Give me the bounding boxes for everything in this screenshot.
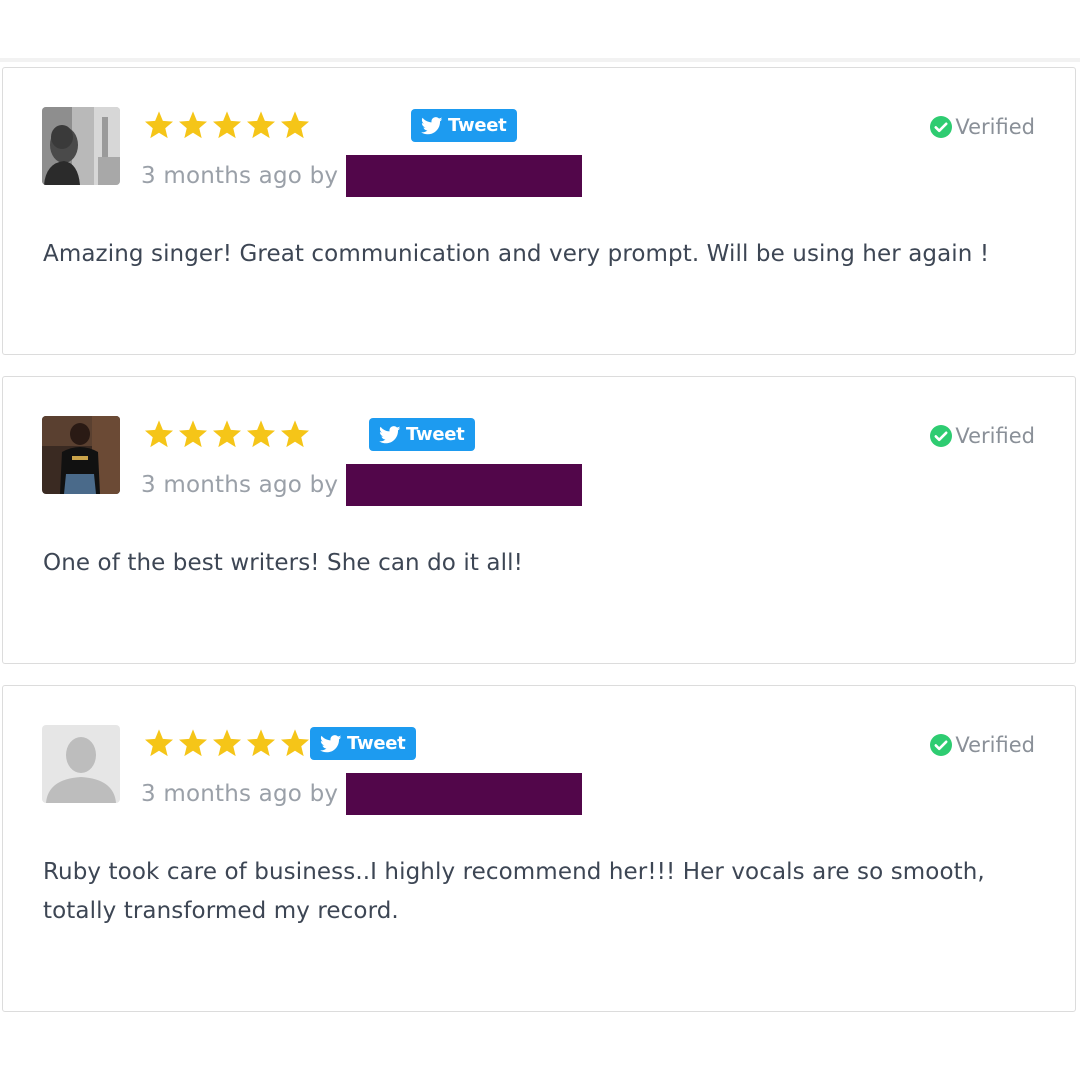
star-icon — [145, 420, 173, 448]
review-meta: 3 months ago by — [141, 464, 583, 506]
twitter-bird-icon — [379, 425, 401, 443]
star-icon — [179, 420, 207, 448]
check-circle-icon — [930, 734, 953, 756]
tweet-button[interactable]: Tweet — [411, 109, 518, 142]
check-circle-icon — [930, 425, 953, 447]
redacted-author-name — [346, 773, 583, 815]
review-text: One of the best writers! She can do it a… — [43, 550, 523, 576]
star-rating — [143, 109, 311, 141]
star-icon — [247, 729, 275, 757]
avatar[interactable] — [42, 725, 120, 803]
star-icon — [145, 729, 173, 757]
check-circle-icon — [930, 116, 953, 138]
star-icon — [213, 420, 241, 448]
twitter-bird-icon — [421, 116, 443, 134]
review-card: Tweet 3 months ago by Verified Amazing s… — [2, 67, 1076, 355]
verified-label: Verified — [955, 115, 1035, 139]
verified-label: Verified — [955, 733, 1035, 757]
star-icon — [145, 111, 173, 139]
top-band — [0, 0, 1080, 62]
verified-badge: Verified — [929, 733, 1035, 757]
twitter-bird-icon — [320, 734, 342, 752]
review-time: 3 months ago by — [141, 781, 339, 807]
star-rating — [143, 727, 311, 759]
star-rating — [143, 418, 311, 450]
star-icon — [213, 111, 241, 139]
review-meta: 3 months ago by — [141, 773, 583, 815]
star-icon — [247, 420, 275, 448]
tweet-label: Tweet — [347, 733, 406, 754]
verified-badge: Verified — [929, 424, 1035, 448]
star-icon — [179, 729, 207, 757]
tweet-label: Tweet — [448, 115, 507, 136]
star-icon — [281, 420, 309, 448]
avatar[interactable] — [42, 107, 120, 185]
star-icon — [247, 111, 275, 139]
review-time: 3 months ago by — [141, 472, 339, 498]
star-icon — [179, 111, 207, 139]
tweet-button[interactable]: Tweet — [310, 727, 417, 760]
avatar-photo — [42, 416, 120, 494]
star-icon — [281, 111, 309, 139]
avatar[interactable] — [42, 416, 120, 494]
redacted-author-name — [346, 464, 583, 506]
star-icon — [281, 729, 309, 757]
redacted-author-name — [346, 155, 583, 197]
review-meta: 3 months ago by — [141, 155, 583, 197]
avatar-photo — [42, 107, 120, 185]
tweet-button[interactable]: Tweet — [369, 418, 476, 451]
review-card: Tweet 3 months ago by Verified One of th… — [2, 376, 1076, 664]
star-icon — [213, 729, 241, 757]
verified-badge: Verified — [929, 115, 1035, 139]
review-time: 3 months ago by — [141, 163, 339, 189]
verified-label: Verified — [955, 424, 1035, 448]
tweet-label: Tweet — [406, 424, 465, 445]
review-text: Ruby took care of business..I highly rec… — [43, 859, 985, 924]
review-card: Tweet 3 months ago by Verified Ruby took… — [2, 685, 1076, 1012]
review-text: Amazing singer! Great communication and … — [43, 241, 990, 267]
default-user-icon — [42, 725, 120, 803]
